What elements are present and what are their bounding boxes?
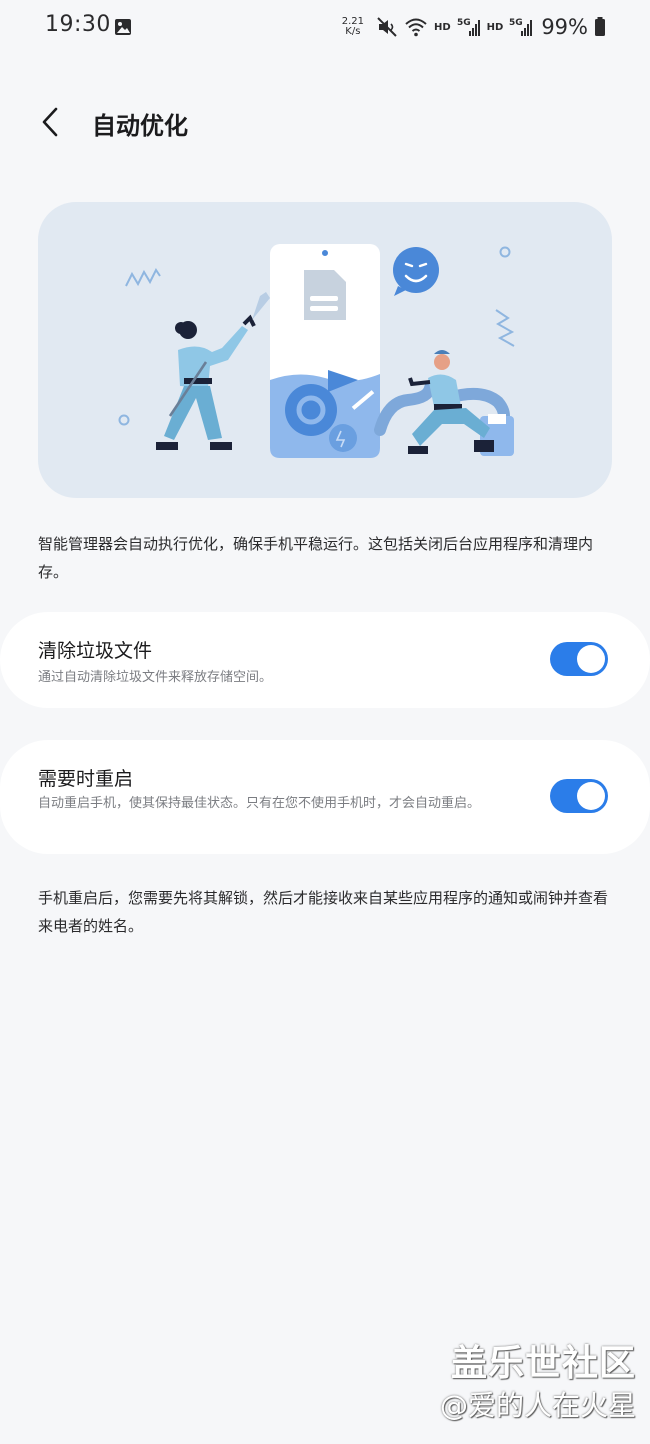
mute-vibrate-icon <box>377 17 397 37</box>
signal-icon: 5G <box>457 18 480 36</box>
hero-illustration <box>38 202 612 498</box>
back-button[interactable] <box>30 102 70 142</box>
network-speed: 2.21 K/s <box>342 17 364 37</box>
watermark-user: @爱的人在火星 <box>439 1389 636 1422</box>
hd-label: HD <box>433 21 451 33</box>
restart-toggle[interactable] <box>550 779 608 813</box>
toggle-knob <box>577 782 605 810</box>
status-bar: 19:30 2.21 K/s HD 5G HD 5G 99% <box>0 0 650 56</box>
svg-text:5G: 5G <box>509 18 523 28</box>
setting-card-restart[interactable]: 需要时重启 自动重启手机，使其保持最佳状态。只有在您不使用手机时，才会自动重启。 <box>0 740 650 854</box>
status-time: 19:30 <box>45 12 111 37</box>
battery-icon <box>595 17 605 36</box>
setting-card-clear-junk[interactable]: 清除垃圾文件 通过自动清除垃圾文件来释放存储空间。 <box>0 612 650 708</box>
setting-title: 清除垃圾文件 <box>38 640 153 662</box>
page-header: 自动优化 <box>0 92 650 152</box>
hd-label: HD <box>486 21 504 33</box>
intro-description: 智能管理器会自动执行优化，确保手机平稳运行。这包括关闭后台应用程序和清理内存。 <box>38 535 594 581</box>
chevron-left-icon <box>42 107 58 137</box>
page-title: 自动优化 <box>92 112 188 140</box>
svg-text:5G: 5G <box>457 18 471 28</box>
setting-description: 通过自动清除垃圾文件来释放存储空间。 <box>38 670 273 685</box>
clear-junk-toggle[interactable] <box>550 642 608 676</box>
setting-description: 自动重启手机，使其保持最佳状态。只有在您不使用手机时，才会自动重启。 <box>38 796 481 811</box>
signal-icon: 5G <box>509 18 533 36</box>
toggle-knob <box>577 645 605 673</box>
status-icons: 2.21 K/s HD 5G HD 5G 99% <box>342 12 606 42</box>
restart-note: 手机重启后，您需要先将其解锁，然后才能接收来自某些应用程序的通知或闹钟并查看来电… <box>38 889 609 935</box>
battery-percent: 99% <box>541 15 588 39</box>
cleaning-illustration <box>118 244 515 458</box>
network-speed-unit: K/s <box>345 26 361 37</box>
wifi-icon <box>405 18 427 37</box>
setting-title: 需要时重启 <box>38 768 134 790</box>
watermark-brand: 盖乐世社区 <box>450 1343 636 1384</box>
gallery-icon <box>115 19 131 35</box>
